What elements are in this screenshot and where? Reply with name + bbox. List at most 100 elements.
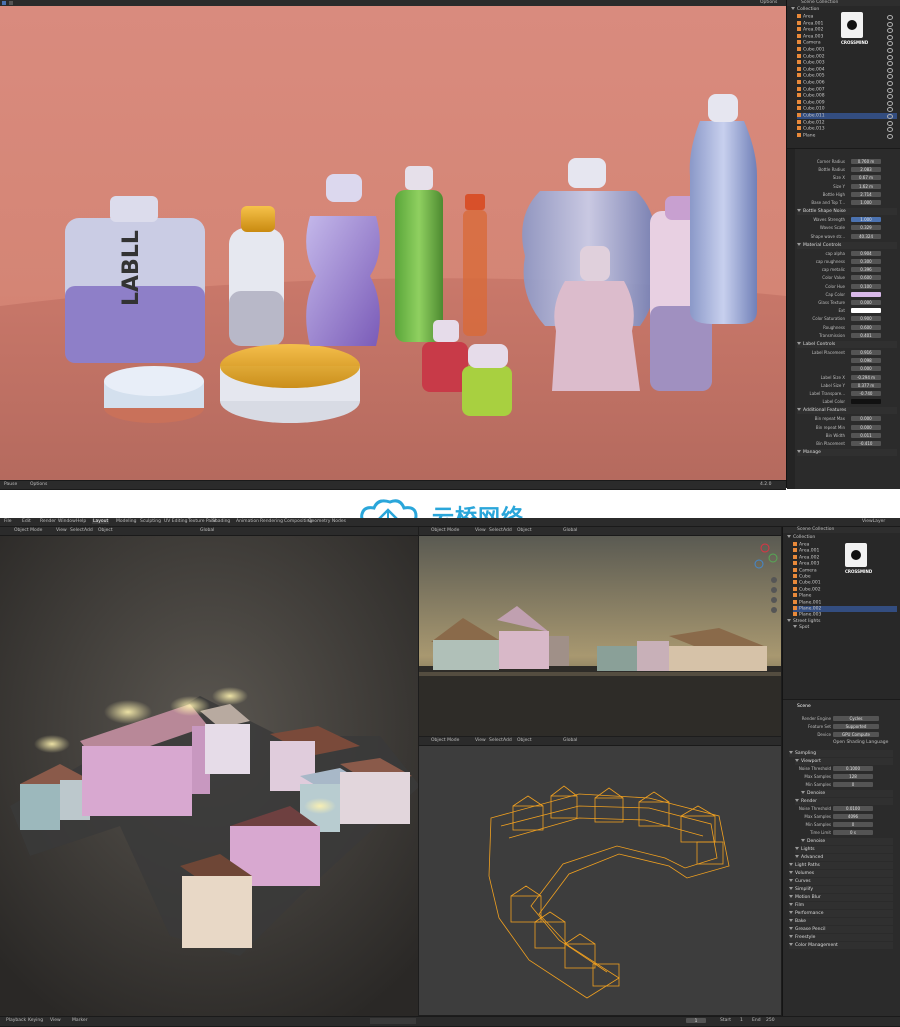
property-field[interactable]: 0.600 <box>851 275 881 281</box>
outliner-item[interactable]: Plane.003 <box>793 612 897 618</box>
property-field[interactable]: 0.377 m <box>851 382 881 388</box>
panel-header[interactable]: Light Paths <box>789 862 893 869</box>
property-field[interactable] <box>851 291 881 297</box>
mode-selector-top-right[interactable]: Object Mode <box>431 528 459 533</box>
property-field[interactable]: 0.916 <box>851 350 881 355</box>
outliner-item[interactable]: Cube.008 <box>797 93 897 99</box>
outliner-item[interactable]: Cube.002 <box>797 53 897 60</box>
view-menu-item[interactable]: View <box>475 738 486 743</box>
top-right-viewport-render[interactable] <box>419 536 781 736</box>
view-menu-item[interactable]: Select <box>489 738 503 743</box>
outliner-item[interactable]: Plane.001 <box>793 599 897 606</box>
camera-view-icon[interactable] <box>771 597 777 603</box>
panel-header[interactable]: Label Controls <box>797 341 897 348</box>
visibility-icon[interactable] <box>887 100 893 106</box>
visibility-icon[interactable] <box>887 54 893 60</box>
panel-header[interactable]: Denoise <box>801 838 893 845</box>
visibility-icon[interactable] <box>887 48 893 53</box>
panel-header[interactable]: Film <box>789 902 893 909</box>
zoom-icon[interactable] <box>771 577 777 583</box>
current-frame[interactable]: 1 <box>686 1018 706 1023</box>
property-field[interactable]: GPU Compute <box>833 732 879 737</box>
mode-selector[interactable]: Object Mode <box>14 528 42 533</box>
orientation-bottom-right[interactable]: Global <box>563 738 577 743</box>
orientation-selector[interactable]: Global <box>200 528 214 533</box>
panel-header[interactable]: Curves <box>789 878 893 885</box>
view-menu-item[interactable]: Add <box>503 738 512 743</box>
orientation-top-right[interactable]: Global <box>563 528 577 533</box>
property-field[interactable]: 1.62 m <box>851 183 881 189</box>
panel-header[interactable]: Freestyle <box>789 934 893 941</box>
menu-item[interactable]: Window <box>58 519 76 524</box>
visibility-icon[interactable] <box>887 133 893 139</box>
view-menu-item[interactable]: Select <box>489 528 503 533</box>
menu-item[interactable]: Edit <box>22 519 31 524</box>
view-menu-item[interactable]: View <box>56 528 67 533</box>
panel-header[interactable]: Viewport <box>795 758 893 765</box>
start-frame[interactable]: 1 <box>740 1018 743 1023</box>
panel-header[interactable]: Bake <box>789 918 893 925</box>
panel-header[interactable]: Simplify <box>789 886 893 893</box>
view-menu-item[interactable]: Object <box>517 738 532 743</box>
property-field[interactable]: 4096 <box>833 814 873 819</box>
property-field[interactable]: 0.329 <box>851 225 881 231</box>
menu-item[interactable]: Help <box>76 519 86 524</box>
timeline-menu-item[interactable]: Marker <box>72 1018 88 1023</box>
wireframe-viewport[interactable] <box>419 746 781 1015</box>
visibility-icon[interactable] <box>887 81 893 86</box>
outliner-item[interactable]: Cube.002 <box>793 586 897 593</box>
property-field[interactable]: 0.000 <box>851 424 881 430</box>
end-frame[interactable]: 250 <box>766 1018 775 1023</box>
outliner-item[interactable]: Cube <box>793 574 897 580</box>
visibility-icon[interactable] <box>887 114 893 119</box>
property-field[interactable]: 2.714 <box>851 191 881 197</box>
property-field[interactable]: 0.011 <box>851 432 881 438</box>
workspace-tab[interactable]: Sculpting <box>140 519 161 524</box>
outliner-2[interactable]: Collection Area Area.001 Area.002 Area.003 C… <box>783 535 900 675</box>
workspace-tab[interactable]: Layout <box>92 519 110 524</box>
outliner-item[interactable]: Plane <box>797 132 897 139</box>
timeline-menu-item[interactable]: Playback <box>6 1018 26 1023</box>
view-menu-item[interactable]: View <box>475 528 486 533</box>
properties-tabs[interactable] <box>787 149 795 489</box>
visibility-icon[interactable] <box>887 34 893 40</box>
property-field[interactable]: 0 s <box>833 830 873 835</box>
property-field[interactable]: Supported <box>833 724 879 729</box>
panel-header[interactable]: Motion Blur <box>789 894 893 901</box>
outliner-item[interactable]: Cube.001 <box>793 580 897 586</box>
options-button[interactable]: Options <box>760 0 777 5</box>
outliner-item[interactable]: Cube.001 <box>797 47 897 53</box>
view-menu-item[interactable]: Object <box>517 528 532 533</box>
timeline-menu-item[interactable]: View <box>50 1018 61 1023</box>
property-field[interactable]: 0.0100 <box>833 806 873 811</box>
mode-selector-bottom-right[interactable]: Object Mode <box>431 738 459 743</box>
visibility-icon[interactable] <box>887 21 893 27</box>
outliner-item[interactable]: Cube.003 <box>797 60 897 66</box>
property-field[interactable]: 1.000 <box>851 200 881 205</box>
property-field[interactable]: 0.900 <box>851 316 881 322</box>
outliner-collection[interactable]: Collection <box>791 7 819 13</box>
workspace-tab[interactable]: Modeling <box>116 519 136 524</box>
left-viewport-render[interactable] <box>0 536 418 1016</box>
workspace-tab[interactable]: Rendering <box>260 519 283 524</box>
property-field[interactable] <box>851 308 881 314</box>
property-field[interactable]: 0.67 m <box>851 175 881 181</box>
outliner-item[interactable]: Cube.007 <box>797 86 897 93</box>
property-field[interactable]: Cycles <box>833 716 879 721</box>
panel-header[interactable]: Color Management <box>789 942 893 949</box>
property-field[interactable]: 0.000 <box>851 366 881 372</box>
property-field[interactable]: 2.083 <box>851 167 881 173</box>
property-field[interactable]: 0.1000 <box>833 766 873 771</box>
panel-header[interactable]: Performance <box>789 910 893 917</box>
workspace-tab[interactable]: Geometry Nodes <box>308 519 346 524</box>
ortho-toggle-icon[interactable] <box>771 607 777 613</box>
property-field[interactable]: 0.300 <box>851 259 881 264</box>
visibility-icon[interactable] <box>887 87 893 93</box>
timeline-menu-item[interactable]: Keying <box>28 1018 43 1023</box>
outliner-item[interactable]: Cube.004 <box>797 66 897 73</box>
panel-header[interactable]: Denoise <box>801 790 893 797</box>
menu-item[interactable]: Render <box>40 519 56 524</box>
property-field[interactable]: 0.401 <box>851 332 881 338</box>
property-field[interactable]: 40.324 <box>851 233 881 239</box>
panel-header[interactable]: Additional Features <box>797 407 897 415</box>
